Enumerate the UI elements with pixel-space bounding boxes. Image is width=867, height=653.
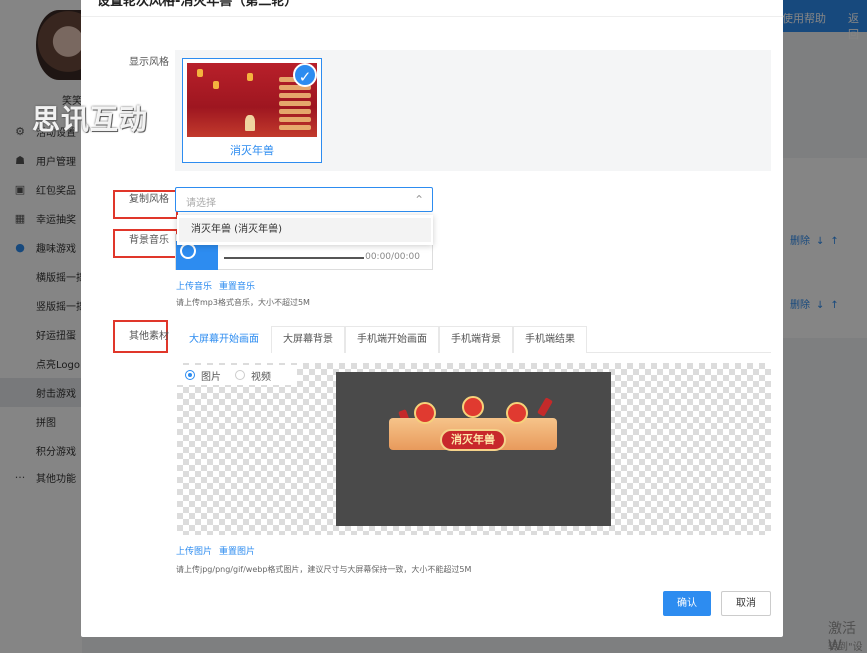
watermark-logo: 思讯互动 xyxy=(32,103,149,136)
display-style-label: 显示风格 xyxy=(129,57,169,68)
chevron-up-icon: ⌄ xyxy=(413,192,424,206)
copy-style-dropdown: 消灭年兽 (消灭年兽) xyxy=(177,215,433,245)
image-preview: 消灭年兽 xyxy=(177,363,771,535)
reset-image-link[interactable]: 重置图片 xyxy=(219,544,255,557)
header-divider xyxy=(81,16,783,17)
check-icon: ✓ xyxy=(293,63,317,87)
rank-bar xyxy=(279,101,311,106)
image-hint: 请上传jpg/png/gif/webp格式图片，建议尺寸与大屏幕保持一致，大小不… xyxy=(176,565,472,574)
rank-bar xyxy=(279,109,311,114)
music-time: 00:00/00:00 xyxy=(365,252,420,262)
preview-banner-text: 消灭年兽 xyxy=(440,429,506,451)
tab-mobile-start[interactable]: 手机端开始画面 xyxy=(345,326,439,353)
confirm-button[interactable]: 确认 xyxy=(663,591,711,616)
bg-music-label: 背景音乐 xyxy=(129,235,169,246)
lion-icon xyxy=(506,402,528,424)
tab-big-screen-bg[interactable]: 大屏幕背景 xyxy=(271,326,345,353)
copy-style-select[interactable]: 请选择 ⌄ xyxy=(175,187,433,212)
play-icon xyxy=(180,243,196,259)
music-hint: 请上传mp3格式音乐，大小不超过5M xyxy=(176,298,310,307)
other-material-label: 其他素材 xyxy=(129,331,169,342)
rocket-icon xyxy=(245,115,255,131)
firecracker-icon xyxy=(537,397,553,417)
lantern-icon xyxy=(197,69,203,77)
rank-bar xyxy=(279,125,311,130)
upload-music-link[interactable]: 上传音乐 xyxy=(176,279,212,292)
modal-title: 设置轮次风格-消灭年兽（第二轮） xyxy=(97,0,298,9)
rank-bar xyxy=(279,93,311,98)
upload-image-link[interactable]: 上传图片 xyxy=(176,544,212,557)
rank-bar xyxy=(279,117,311,122)
lantern-icon xyxy=(247,73,253,81)
music-progress-bar[interactable] xyxy=(224,257,364,259)
select-placeholder: 请选择 xyxy=(186,198,216,209)
lion-icon xyxy=(414,402,436,424)
play-button[interactable] xyxy=(176,241,218,270)
close-icon[interactable]: × xyxy=(757,0,769,2)
style-option-card[interactable]: ✓ 消灭年兽 xyxy=(182,58,322,163)
preview-image: 消灭年兽 xyxy=(336,372,611,526)
lion-icon xyxy=(462,396,484,418)
media-type-radio: 图片 视频 xyxy=(177,365,297,385)
copy-style-label: 复制风格 xyxy=(129,194,169,205)
cancel-button[interactable]: 取消 xyxy=(721,591,771,616)
round-style-modal: 设置轮次风格-消灭年兽（第二轮） × 显示风格 ✓ 消灭年兽 复制风格 请选择 … xyxy=(81,0,783,637)
tab-mobile-result[interactable]: 手机端结果 xyxy=(513,326,587,353)
style-option-name: 消灭年兽 xyxy=(230,144,274,157)
dropdown-option[interactable]: 消灭年兽 (消灭年兽) xyxy=(179,218,431,242)
radio-image[interactable]: 图片 xyxy=(185,368,221,383)
radio-dot xyxy=(185,370,195,380)
material-tabs: 大屏幕开始画面 大屏幕背景 手机端开始画面 手机端背景 手机端结果 xyxy=(177,326,771,353)
reset-music-link[interactable]: 重置音乐 xyxy=(219,279,255,292)
radio-video[interactable]: 视频 xyxy=(235,368,271,383)
tab-big-screen-start[interactable]: 大屏幕开始画面 xyxy=(177,326,271,353)
radio-dot xyxy=(235,370,245,380)
lantern-icon xyxy=(213,81,219,89)
tab-mobile-bg[interactable]: 手机端背景 xyxy=(439,326,513,353)
